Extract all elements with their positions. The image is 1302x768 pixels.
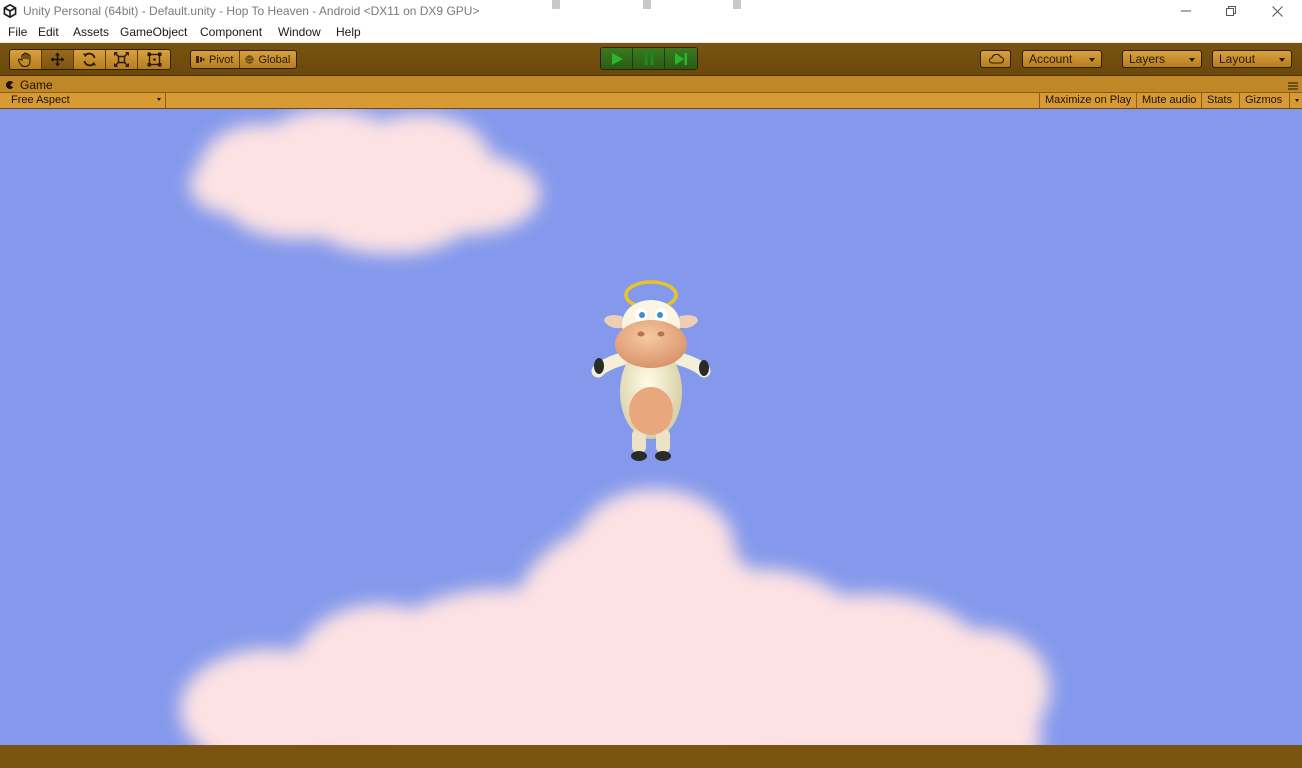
- move-icon: [50, 52, 65, 67]
- close-button[interactable]: [1254, 0, 1300, 22]
- pause-button[interactable]: [633, 48, 665, 69]
- chevron-down-icon: [1279, 58, 1285, 62]
- rect-icon: [147, 52, 161, 67]
- menu-help[interactable]: Help: [336, 25, 361, 39]
- maximize-on-play-toggle[interactable]: Maximize on Play: [1039, 93, 1136, 108]
- menu-edit[interactable]: Edit: [38, 25, 59, 39]
- window-title: Unity Personal (64bit) - Default.unity -…: [23, 4, 480, 18]
- minimize-button[interactable]: [1163, 0, 1209, 22]
- menu-assets[interactable]: Assets: [73, 25, 109, 39]
- gizmos-label: Gizmos: [1245, 94, 1283, 106]
- title-drag-handle[interactable]: [733, 0, 741, 9]
- title-drag-handle[interactable]: [552, 0, 560, 9]
- game-view[interactable]: [0, 109, 1302, 745]
- play-icon: [611, 52, 623, 65]
- chevron-down-icon: [1189, 58, 1195, 62]
- restore-button[interactable]: [1208, 0, 1254, 22]
- angel-cow-character: [591, 280, 711, 461]
- cloud-icon: [988, 54, 1004, 64]
- status-bar: [0, 745, 1302, 768]
- layout-dropdown[interactable]: Layout: [1212, 50, 1292, 68]
- close-icon: [1271, 5, 1283, 17]
- move-tool-button[interactable]: [42, 50, 74, 69]
- minimize-icon: [1181, 10, 1191, 12]
- aspect-label: Free Aspect: [11, 94, 70, 106]
- rect-tool-button[interactable]: [138, 50, 170, 69]
- hand-icon: [17, 52, 31, 67]
- gamepad-icon: [6, 81, 14, 89]
- panel-menu-icon[interactable]: [1288, 82, 1298, 90]
- account-dropdown[interactable]: Account: [1022, 50, 1102, 68]
- cloud-top: [190, 109, 540, 254]
- hand-tool-button[interactable]: [10, 50, 42, 69]
- pivot-label: Pivot: [209, 53, 234, 66]
- unity-logo-icon: [3, 4, 17, 18]
- step-button[interactable]: [665, 48, 697, 69]
- layers-label: Layers: [1129, 52, 1166, 66]
- play-controls: [600, 47, 698, 70]
- stats-toggle[interactable]: Stats: [1201, 93, 1237, 108]
- restore-icon: [1226, 6, 1236, 16]
- tab-game[interactable]: Game: [5, 77, 53, 93]
- menu-gameobject[interactable]: GameObject: [120, 25, 187, 39]
- menu-component[interactable]: Component: [200, 25, 262, 39]
- global-label: Global: [258, 53, 291, 66]
- scale-tool-button[interactable]: [106, 50, 138, 69]
- game-view-toolbar: Free Aspect Maximize on Play Mute audio …: [0, 93, 1302, 109]
- transform-tools: [9, 49, 171, 70]
- pause-icon: [644, 52, 653, 65]
- layers-dropdown[interactable]: Layers: [1122, 50, 1202, 68]
- chevron-down-icon: [157, 98, 161, 101]
- game-tab-bar: Game: [0, 76, 1302, 93]
- game-scene: [180, 109, 1050, 745]
- pivot-icon: [196, 56, 205, 63]
- menu-window[interactable]: Window: [278, 25, 321, 39]
- chevron-down-icon: [1089, 58, 1095, 62]
- globe-icon: [245, 55, 255, 64]
- chevron-down-icon: [1295, 99, 1299, 102]
- menu-bar: File Edit Assets GameObject Component Wi…: [0, 22, 1302, 43]
- cloud-button[interactable]: [980, 50, 1011, 68]
- mute-audio-toggle[interactable]: Mute audio: [1136, 93, 1201, 108]
- title-drag-handle[interactable]: [643, 0, 651, 9]
- menu-file[interactable]: File: [8, 25, 27, 39]
- cloud-bottom: [180, 489, 1050, 745]
- layout-label: Layout: [1219, 52, 1256, 66]
- scale-icon: [114, 52, 129, 67]
- tab-game-label: Game: [20, 78, 53, 92]
- rotate-icon: [83, 52, 96, 67]
- pivot-button[interactable]: Pivot: [191, 51, 241, 68]
- gizmos-toggle[interactable]: Gizmos: [1239, 93, 1289, 108]
- aspect-dropdown[interactable]: Free Aspect: [6, 93, 166, 108]
- global-button[interactable]: Global: [240, 51, 297, 68]
- account-label: Account: [1029, 52, 1073, 66]
- title-bar: Unity Personal (64bit) - Default.unity -…: [0, 0, 1302, 22]
- play-button[interactable]: [601, 48, 633, 69]
- rotate-tool-button[interactable]: [74, 50, 106, 69]
- handle-position-toggle: Pivot Global: [190, 50, 298, 69]
- gizmos-dropdown[interactable]: [1289, 93, 1302, 108]
- step-icon: [675, 52, 687, 65]
